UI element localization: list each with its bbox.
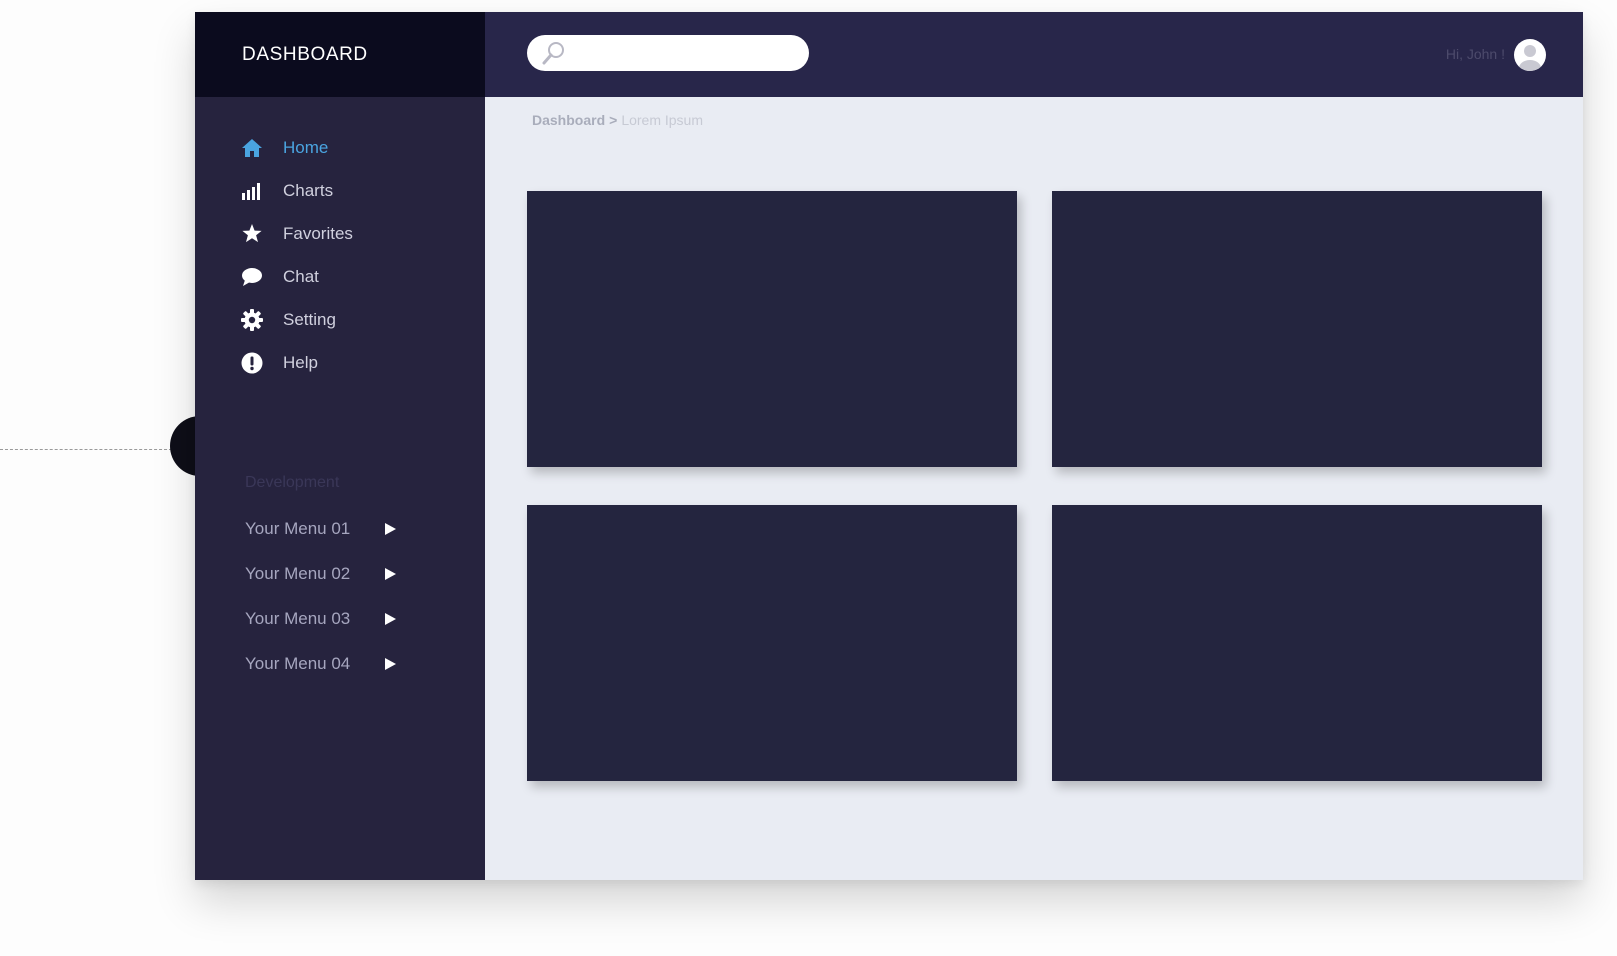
sidebar-item-chat[interactable]: Chat <box>241 255 353 298</box>
play-arrow-icon <box>385 522 396 535</box>
breadcrumb-separator: > <box>609 112 618 128</box>
exclamation-icon <box>241 352 263 374</box>
breadcrumb-current: Lorem Ipsum <box>621 112 704 128</box>
brand-title: DASHBOARD <box>195 12 485 97</box>
submenu-label: Your Menu 03 <box>245 608 351 628</box>
sidebar-item-label: Chat <box>283 266 319 286</box>
app-window: DASHBOARD Home Charts Favorites Chat Set… <box>195 12 1583 880</box>
breadcrumb: Dashboard > Lorem Ipsum <box>532 112 703 128</box>
submenu-item-03[interactable]: Your Menu 03 <box>245 596 396 641</box>
submenu-item-01[interactable]: Your Menu 01 <box>245 506 396 551</box>
sidebar-nav: Home Charts Favorites Chat Setting Help <box>241 126 353 384</box>
main-content: Dashboard > Lorem Ipsum <box>485 97 1583 880</box>
submenu-label: Your Menu 04 <box>245 653 351 673</box>
top-bar: Hi, John ! <box>485 12 1583 97</box>
user-greeting: Hi, John ! <box>1445 46 1505 62</box>
dotted-guide-line <box>0 449 172 450</box>
dashboard-card-1 <box>527 191 1017 467</box>
play-arrow-icon <box>385 657 396 670</box>
search-box[interactable] <box>527 35 809 71</box>
sidebar-item-setting[interactable]: Setting <box>241 298 353 341</box>
submenu-label: Your Menu 02 <box>245 563 351 583</box>
home-icon <box>241 137 263 159</box>
chat-bubble-icon <box>241 266 263 288</box>
submenu-item-04[interactable]: Your Menu 04 <box>245 641 396 686</box>
section-heading-development: Development <box>245 474 340 491</box>
dashboard-card-2 <box>1052 191 1542 467</box>
sidebar-item-label: Help <box>283 352 318 372</box>
sidebar-item-favorites[interactable]: Favorites <box>241 212 353 255</box>
sidebar-item-label: Setting <box>283 309 336 329</box>
avatar[interactable] <box>1514 39 1546 71</box>
sidebar-item-home[interactable]: Home <box>241 126 353 169</box>
sidebar-item-help[interactable]: Help <box>241 341 353 384</box>
sidebar-item-label: Home <box>283 137 329 157</box>
submenu-label: Your Menu 01 <box>245 518 351 538</box>
sidebar-item-label: Charts <box>283 180 334 200</box>
dashboard-card-4 <box>1052 505 1542 781</box>
gear-icon <box>241 308 263 331</box>
sidebar: DASHBOARD Home Charts Favorites Chat Set… <box>195 12 485 880</box>
star-icon <box>241 223 263 245</box>
bar-chart-icon <box>241 180 263 202</box>
play-arrow-icon <box>385 612 396 625</box>
search-input[interactable] <box>573 37 795 69</box>
breadcrumb-root[interactable]: Dashboard <box>532 112 605 128</box>
sidebar-item-charts[interactable]: Charts <box>241 169 353 212</box>
sidebar-item-label: Favorites <box>283 223 353 243</box>
dashboard-card-3 <box>527 505 1017 781</box>
user-icon <box>1519 45 1541 71</box>
submenu-item-02[interactable]: Your Menu 02 <box>245 551 396 596</box>
play-arrow-icon <box>385 567 396 580</box>
search-icon <box>541 40 567 66</box>
submenu-list: Your Menu 01 Your Menu 02 Your Menu 03 Y… <box>245 506 396 686</box>
